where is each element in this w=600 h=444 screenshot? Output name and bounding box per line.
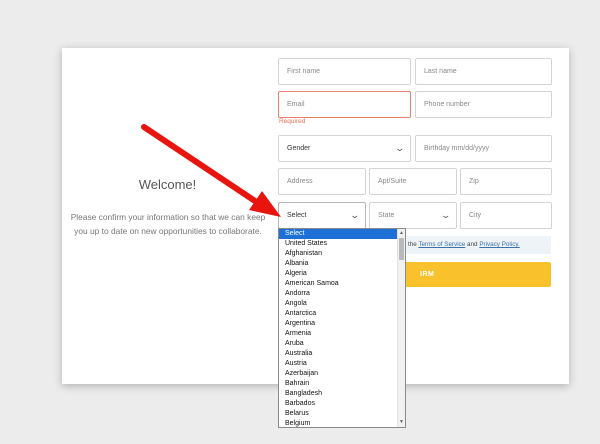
- red-arrow-icon: [141, 124, 281, 217]
- arrow-shaft: [141, 124, 261, 206]
- arrow-head: [249, 191, 281, 217]
